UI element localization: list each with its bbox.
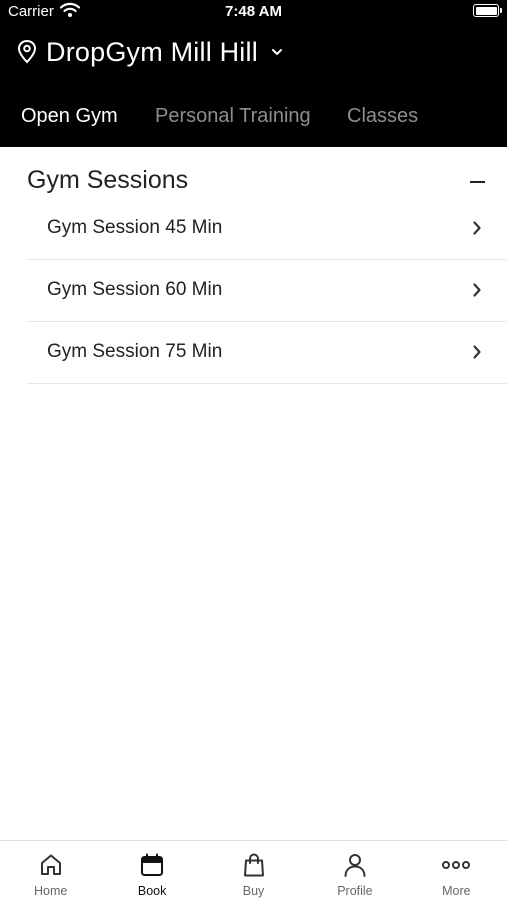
list-item[interactable]: Gym Session 45 Min [27, 198, 507, 260]
chevron-right-icon [473, 345, 481, 359]
chevron-right-icon [473, 283, 481, 297]
tab-book[interactable]: Book [101, 841, 202, 901]
battery-icon [473, 4, 502, 17]
collapse-icon[interactable] [470, 181, 485, 183]
shopping-bag-icon [243, 853, 264, 877]
more-dots-icon [442, 861, 471, 869]
tab-more-label: More [442, 884, 471, 898]
session-list: Gym Session 45 Min Gym Session 60 Min Gy… [27, 198, 507, 384]
tab-classes[interactable]: Classes [347, 96, 418, 136]
app-header: Carrier 7:48 AM DropGym Mill Hill Open G… [0, 0, 507, 147]
category-tabs: Open Gym Personal Training Classes [0, 96, 507, 136]
status-time: 7:48 AM [225, 3, 282, 20]
list-item-label: Gym Session 45 Min [47, 217, 223, 238]
list-item-label: Gym Session 60 Min [47, 279, 223, 300]
list-item-label: Gym Session 75 Min [47, 341, 223, 362]
tab-open-gym[interactable]: Open Gym [21, 96, 118, 136]
tab-profile-label: Profile [337, 884, 373, 898]
calendar-icon [141, 853, 164, 876]
tab-personal-training[interactable]: Personal Training [155, 96, 311, 136]
section-title: Gym Sessions [27, 166, 189, 194]
home-icon [40, 854, 61, 875]
tab-book-label: Book [137, 884, 167, 898]
section-header: Gym Sessions [27, 162, 487, 202]
tab-home[interactable]: Home [0, 841, 101, 901]
chevron-right-icon [473, 221, 481, 235]
list-item[interactable]: Gym Session 60 Min [27, 260, 507, 322]
bottom-tab-bar: Home Book Buy Profile More [0, 840, 507, 901]
location-name: DropGym Mill Hill [46, 36, 258, 67]
list-item[interactable]: Gym Session 75 Min [27, 322, 507, 384]
tab-buy-label: Buy [242, 884, 265, 898]
location-pin-icon [17, 39, 37, 64]
tab-home-label: Home [34, 884, 68, 898]
location-selector[interactable]: DropGym Mill Hill [16, 34, 284, 70]
tab-profile[interactable]: Profile [304, 841, 405, 901]
chevron-down-icon [271, 49, 282, 55]
tab-more[interactable]: More [406, 841, 507, 901]
status-bar: Carrier 7:48 AM [0, 0, 507, 24]
person-icon [344, 854, 366, 877]
tab-buy[interactable]: Buy [203, 841, 304, 901]
